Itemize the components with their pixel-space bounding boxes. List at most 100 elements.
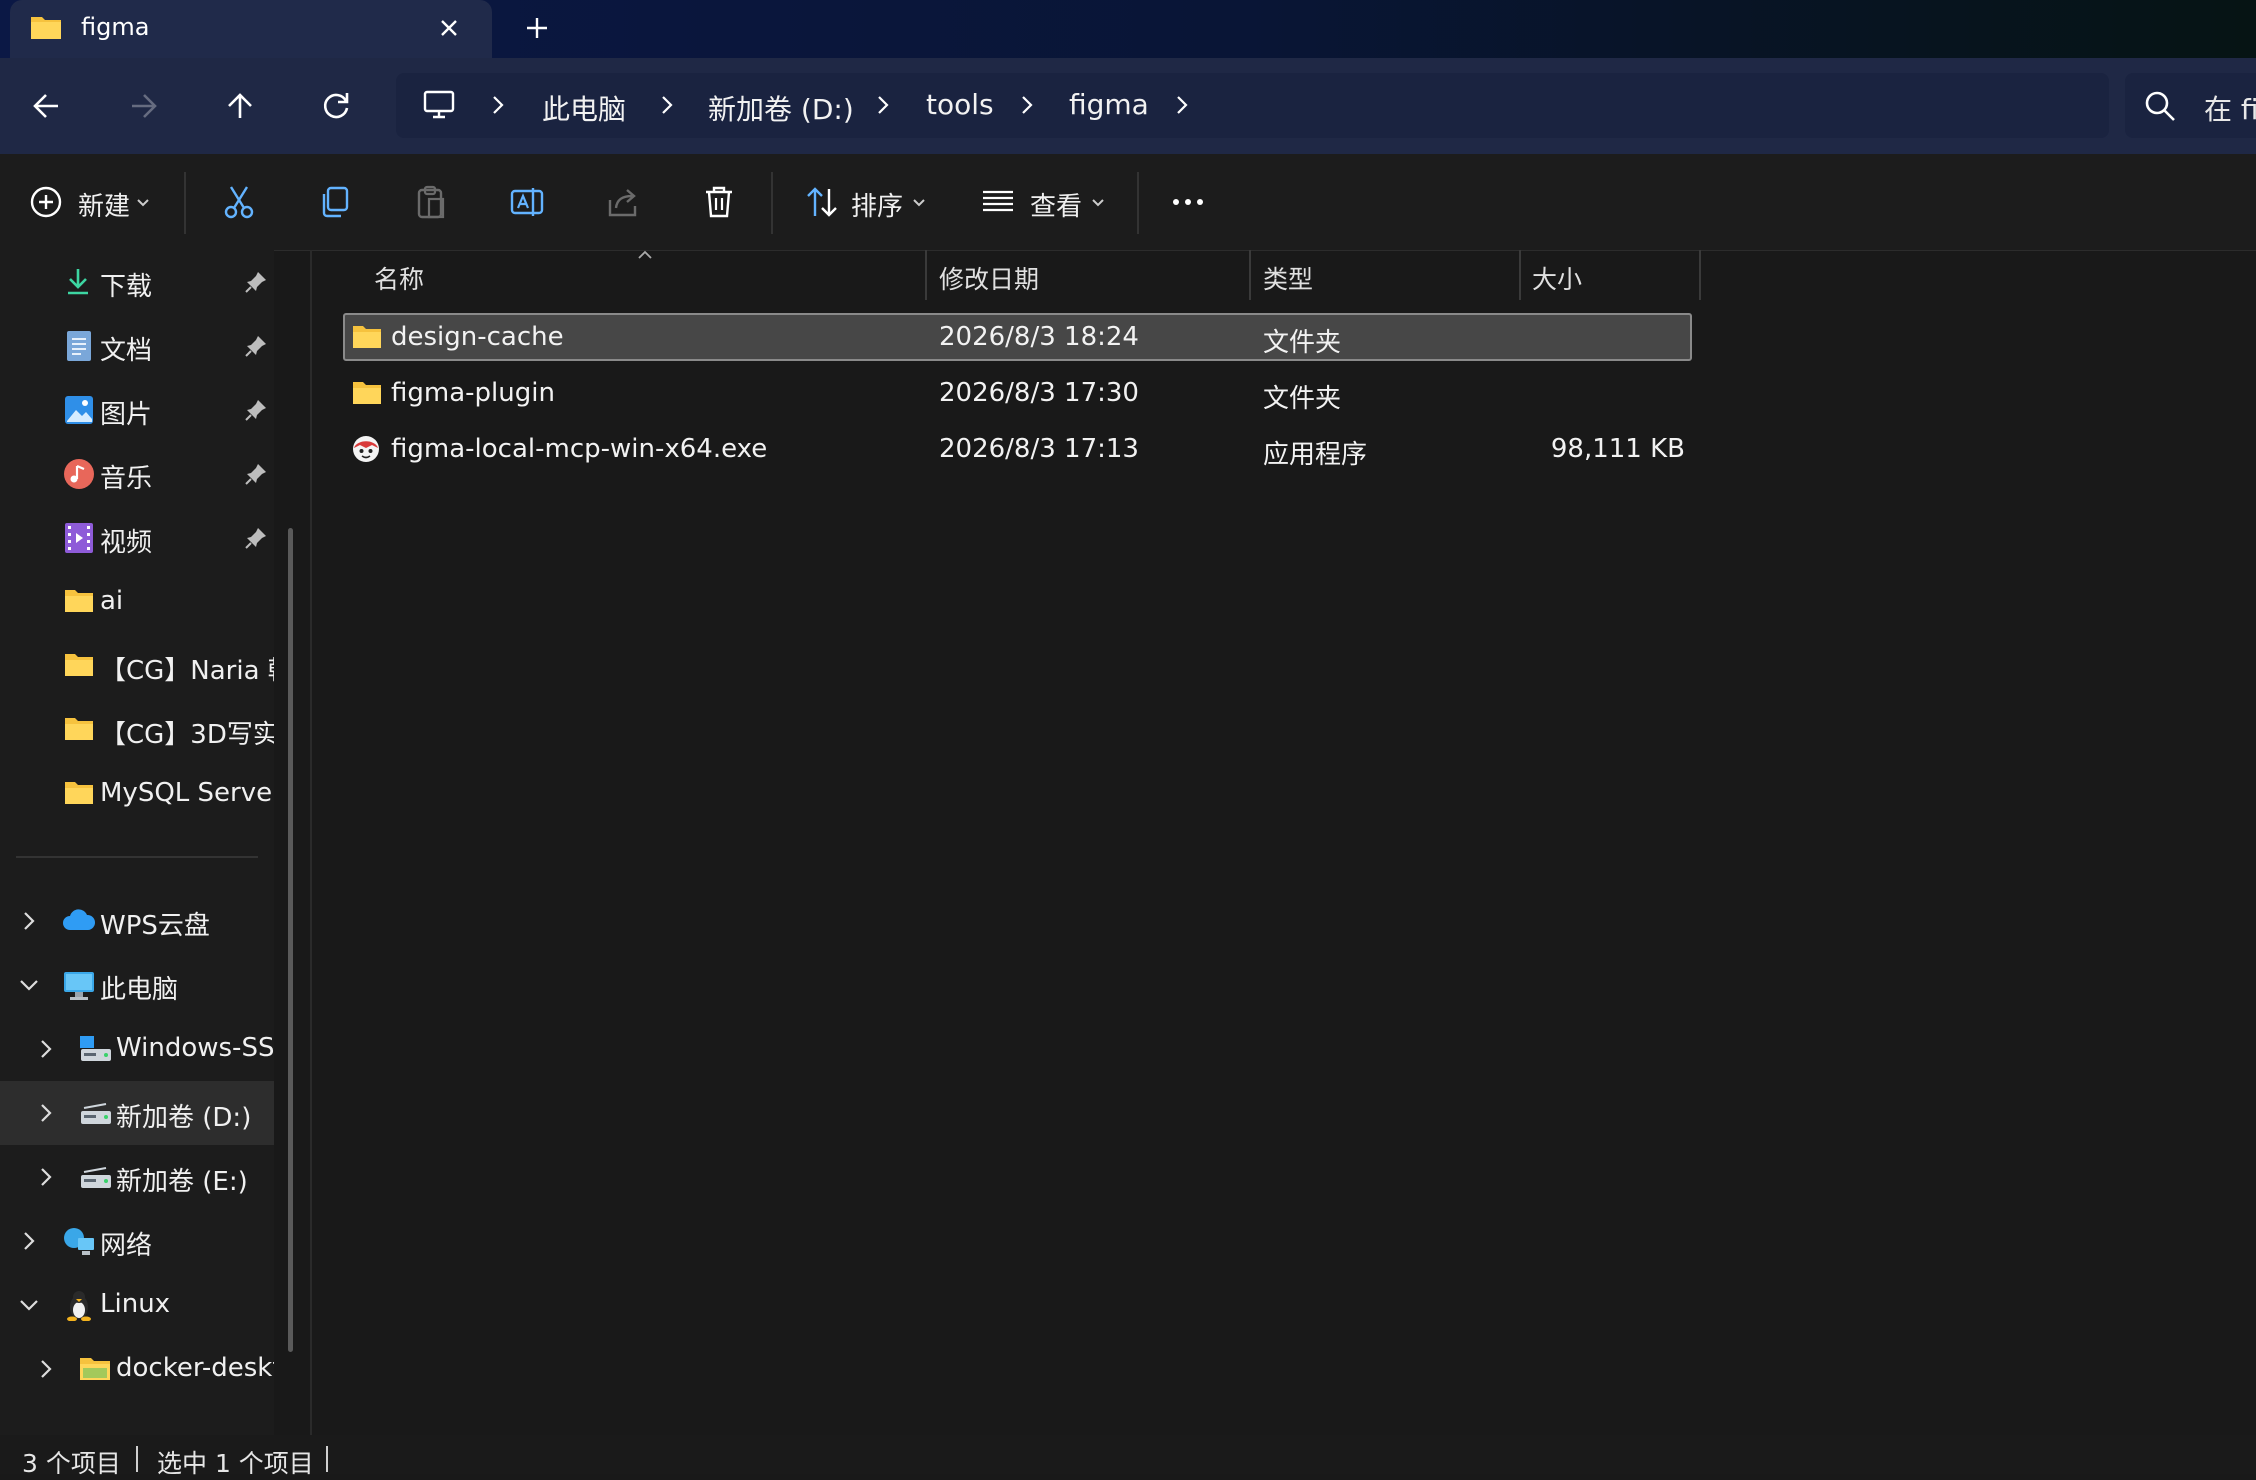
pin-icon[interactable] (243, 525, 269, 551)
file-type: 应用程序 (1263, 440, 1368, 470)
paste-icon[interactable] (413, 184, 449, 220)
column-divider[interactable] (1249, 250, 1251, 300)
status-selected-count: 选中 1 个项目 (157, 1449, 314, 1478)
music-icon (63, 458, 95, 490)
drive-icon (78, 1098, 112, 1128)
delete-icon[interactable] (701, 184, 737, 220)
file-size: 98,111 KB (1550, 434, 1685, 464)
chevron-right-icon[interactable] (33, 1164, 59, 1190)
new-button[interactable]: 新建 (78, 186, 130, 223)
sidebar-item-label: 下载 (100, 272, 153, 302)
column-divider[interactable] (925, 250, 927, 300)
sort-button[interactable]: 排序 (851, 186, 903, 223)
sidebar-item-label: 新加卷 (E:) (116, 1167, 248, 1197)
sidebar-item-label: 【CG】Naria 韩 (100, 656, 274, 686)
chevron-right-icon[interactable] (16, 1228, 42, 1254)
sort-ascending-icon (634, 248, 656, 262)
file-modified: 2026/8/3 17:13 (939, 434, 1139, 464)
plus-icon[interactable] (520, 11, 554, 45)
toolbar-divider (771, 172, 773, 234)
chevron-right-icon[interactable] (16, 908, 42, 934)
column-header-name[interactable]: 名称 (374, 260, 424, 296)
sidebar-item-label: Linux (100, 1289, 171, 1319)
column-divider[interactable] (1699, 250, 1701, 300)
file-modified: 2026/8/3 18:24 (939, 322, 1139, 352)
more-options-icon[interactable] (1170, 184, 1206, 220)
folder-icon (79, 1355, 111, 1383)
cloud-icon (62, 906, 96, 936)
computer-icon[interactable] (421, 89, 457, 121)
arrow-left-icon[interactable] (18, 76, 78, 136)
sidebar-item-label: WPS云盘 (100, 911, 210, 941)
chevron-down-icon[interactable] (16, 1292, 42, 1318)
address-bar[interactable] (396, 73, 2109, 138)
sidebar-item-label: 【CG】3D写实随 (100, 720, 274, 750)
view-button[interactable]: 查看 (1030, 186, 1082, 223)
arrow-up-icon[interactable] (210, 76, 270, 136)
video-icon (64, 522, 94, 554)
close-icon[interactable] (432, 11, 466, 45)
linux-icon (64, 1289, 94, 1321)
view-list-icon[interactable] (980, 184, 1016, 220)
chevron-right-icon[interactable] (486, 93, 510, 117)
chevron-down-icon[interactable] (16, 972, 42, 998)
column-header-size[interactable]: 大小 (1532, 260, 1582, 296)
sidebar-item-label: 视频 (100, 528, 153, 558)
chevron-right-icon[interactable] (1170, 93, 1194, 117)
search-icon[interactable] (2142, 88, 2178, 124)
pin-icon[interactable] (243, 333, 269, 359)
breadcrumb-this-pc[interactable]: 此电脑 (542, 88, 626, 128)
folder-icon (64, 652, 94, 678)
breadcrumb-drive-d[interactable]: 新加卷 (D:) (708, 88, 854, 128)
folder-icon (30, 13, 62, 41)
sidebar-item-label: 新加卷 (D:) (116, 1103, 252, 1133)
toolbar-divider (184, 172, 186, 234)
sort-icon[interactable] (804, 184, 840, 220)
refresh-icon[interactable] (306, 76, 366, 136)
share-icon[interactable] (605, 184, 641, 220)
chevron-down-icon[interactable] (910, 196, 928, 210)
chevron-right-icon[interactable] (33, 1100, 59, 1126)
chevron-right-icon[interactable] (33, 1356, 59, 1382)
file-name: design-cache (391, 322, 564, 352)
rename-icon[interactable] (509, 184, 545, 220)
drive-icon (78, 1162, 112, 1192)
sidebar-item-label: 音乐 (100, 464, 153, 494)
file-name: figma-plugin (391, 378, 555, 408)
pane-divider[interactable] (310, 250, 312, 1435)
folder-icon (64, 588, 94, 614)
folder-icon (64, 780, 94, 806)
cut-icon[interactable] (221, 184, 257, 220)
breadcrumb-figma[interactable]: figma (1069, 88, 1149, 121)
document-icon (66, 330, 92, 362)
breadcrumb-tools[interactable]: tools (926, 88, 994, 121)
status-divider (326, 1446, 328, 1472)
plus-circle-icon[interactable] (28, 184, 64, 220)
status-bar (0, 1435, 2256, 1474)
nav-scrollbar[interactable] (288, 528, 293, 1352)
download-icon (64, 266, 92, 296)
chevron-right-icon[interactable] (655, 93, 679, 117)
folder-icon (352, 324, 382, 350)
column-divider[interactable] (1519, 250, 1521, 300)
chevron-right-icon[interactable] (33, 1036, 59, 1062)
pin-icon[interactable] (243, 269, 269, 295)
file-type: 文件夹 (1263, 384, 1342, 414)
file-type: 文件夹 (1263, 328, 1342, 358)
pin-icon[interactable] (243, 397, 269, 423)
copy-icon[interactable] (317, 184, 353, 220)
sidebar-item-label: 网络 (100, 1231, 153, 1261)
pin-icon[interactable] (243, 461, 269, 487)
column-header-type[interactable]: 类型 (1263, 260, 1313, 296)
sidebar-divider (16, 856, 258, 858)
chevron-right-icon[interactable] (1015, 93, 1039, 117)
chevron-right-icon[interactable] (871, 93, 895, 117)
drive-icon (78, 1034, 112, 1064)
arrow-right-icon[interactable] (114, 76, 174, 136)
file-name: figma-local-mcp-win-x64.exe (391, 434, 768, 464)
picture-icon (64, 395, 94, 425)
chevron-down-icon[interactable] (1089, 196, 1107, 210)
sidebar-item-label: MySQL Server 8 (100, 778, 274, 808)
chevron-down-icon[interactable] (134, 196, 152, 210)
column-header-modified[interactable]: 修改日期 (939, 260, 1039, 296)
